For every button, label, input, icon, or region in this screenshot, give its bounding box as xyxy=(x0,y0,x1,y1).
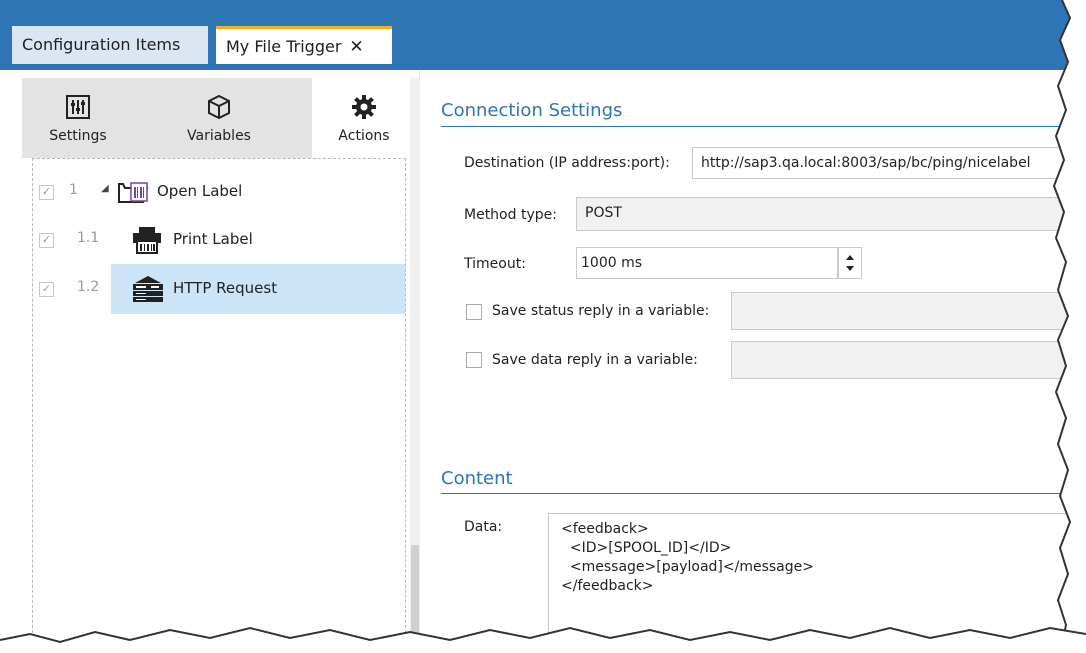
tab-configuration-items-label: Configuration Items xyxy=(22,35,181,54)
method-type-label: Method type: xyxy=(464,207,557,223)
action-number: 1.2 xyxy=(77,279,100,295)
enabled-checkbox[interactable]: ✓ xyxy=(39,282,54,297)
gear-icon xyxy=(312,94,416,120)
server-icon xyxy=(131,274,165,308)
action-number: 1 xyxy=(69,182,78,198)
close-icon[interactable]: ✕ xyxy=(349,37,363,57)
save-status-checkbox[interactable] xyxy=(466,304,482,320)
data-line: <ID>[SPOOL_ID]</ID> xyxy=(561,540,732,556)
tab-variables[interactable]: Variables xyxy=(142,78,296,158)
destination-input[interactable]: http://sap3.qa.local:8003/sap/bc/ping/ni… xyxy=(692,147,1072,179)
tab-my-file-trigger-label: My File Trigger xyxy=(226,37,342,56)
tab-actions[interactable]: Actions xyxy=(312,78,416,158)
tree-row-label: Print Label xyxy=(173,230,253,248)
tab-configuration-items[interactable]: Configuration Items xyxy=(12,26,208,64)
tree-row-label: Open Label xyxy=(157,182,243,200)
connection-settings-heading: Connection Settings xyxy=(441,100,623,121)
enabled-checkbox[interactable]: ✓ xyxy=(39,233,54,248)
collapse-arrow-icon[interactable]: ◢ xyxy=(101,183,109,194)
panel-tabs: Settings Variables Actions xyxy=(22,78,416,158)
tree-row-http-request[interactable]: ✓ 1.2 HTTP Request xyxy=(33,266,405,312)
tab-settings[interactable]: Settings xyxy=(22,78,134,158)
save-status-label: Save status reply in a variable: xyxy=(492,303,710,319)
torn-edge-bottom xyxy=(0,626,1086,653)
actions-tree: ✓ 1 ◢ Open Label ✓ 1.1 Print Label ✓ 1.2… xyxy=(32,158,406,653)
cube-icon xyxy=(142,94,296,120)
section-divider xyxy=(441,493,1081,494)
destination-label: Destination (IP address:port): xyxy=(464,155,670,171)
sliders-icon xyxy=(22,94,134,120)
printer-icon xyxy=(131,225,163,259)
torn-edge-right xyxy=(1052,0,1086,653)
save-data-label: Save data reply in a variable: xyxy=(492,352,698,368)
tab-my-file-trigger[interactable]: My File Trigger ✕ xyxy=(216,26,392,64)
tab-actions-label: Actions xyxy=(338,128,390,144)
tab-variables-label: Variables xyxy=(187,128,251,144)
section-divider xyxy=(441,126,1081,127)
timeout-input[interactable]: 1000 ms xyxy=(576,247,838,279)
save-data-checkbox[interactable] xyxy=(466,352,482,368)
save-data-variable-select[interactable] xyxy=(731,341,1076,379)
timeout-stepper[interactable] xyxy=(838,247,862,279)
data-line: <feedback> xyxy=(561,521,649,537)
data-label: Data: xyxy=(464,519,503,535)
tree-row-open-label[interactable]: ✓ 1 ◢ Open Label xyxy=(33,169,405,215)
save-status-variable-select[interactable] xyxy=(731,292,1076,330)
content-heading: Content xyxy=(441,468,513,489)
timeout-label: Timeout: xyxy=(464,256,526,272)
open-label-icon xyxy=(117,176,151,210)
tree-row-label: HTTP Request xyxy=(173,279,278,297)
action-number: 1.1 xyxy=(77,230,100,246)
enabled-checkbox[interactable]: ✓ xyxy=(39,185,54,200)
tab-settings-label: Settings xyxy=(49,128,107,144)
data-line: </feedback> xyxy=(561,578,654,594)
data-line: <message>[payload]</message> xyxy=(561,559,814,575)
stepper-arrows-icon xyxy=(846,255,854,271)
method-type-select[interactable]: POST xyxy=(576,197,1076,231)
tab-bar: Configuration Items My File Trigger ✕ xyxy=(0,0,1086,70)
tree-row-print-label[interactable]: ✓ 1.1 Print Label xyxy=(33,217,405,263)
